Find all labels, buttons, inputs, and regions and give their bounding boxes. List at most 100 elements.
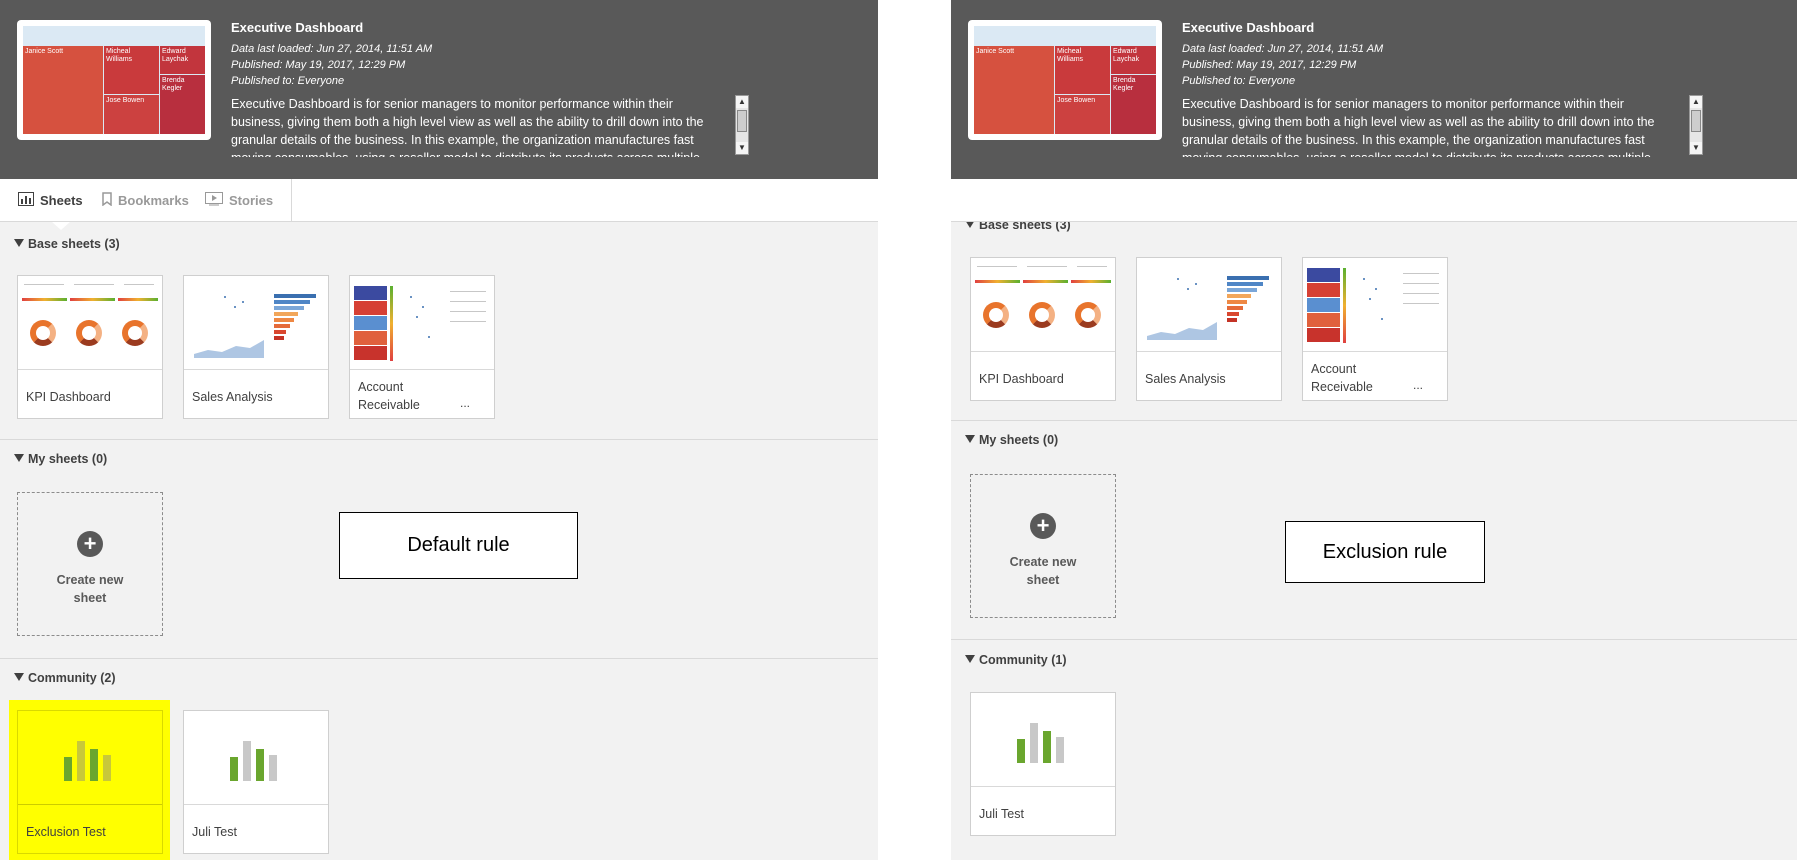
tab-bar: Sheets Bookmarks Stories <box>0 179 878 222</box>
sheet-card-account-receivable[interactable]: Account Receivable ... <box>1302 257 1448 401</box>
sheet-card-sales-analysis[interactable]: Sales Analysis <box>183 275 329 419</box>
sheet-more-ellipsis[interactable]: ... <box>460 396 470 410</box>
description-scrollbar[interactable]: ▲ ▼ <box>1689 95 1703 155</box>
scroll-down-icon[interactable]: ▼ <box>1690 142 1702 154</box>
scroll-up-icon[interactable]: ▲ <box>1690 96 1702 108</box>
treemap-cell: Edward Laychak <box>160 46 205 74</box>
treemap-cell: Micheal Williams <box>104 46 159 94</box>
panel-gap <box>878 0 951 860</box>
sheet-title: KPI Dashboard <box>979 372 1064 386</box>
treemap-preview: Janice Scott Micheal Williams Edward Lay… <box>23 26 205 134</box>
bar-chart-thumbnail <box>1017 723 1077 763</box>
tab-separator <box>291 179 292 221</box>
section-base-sheets-label: Base sheets (3) <box>28 237 120 251</box>
sheet-preview <box>1303 258 1447 352</box>
sheet-preview <box>184 276 328 370</box>
sheet-more-ellipsis[interactable]: ... <box>1413 378 1423 392</box>
triangle-down-icon <box>965 435 975 443</box>
scroll-down-icon[interactable]: ▼ <box>736 142 748 154</box>
sheet-title: Sales Analysis <box>192 390 273 404</box>
sheet-title: Juli Test <box>979 807 1024 821</box>
panel-exclusion-rule: Janice Scott Micheal Williams Edward Lay… <box>951 0 1797 860</box>
sheet-card-juli-test[interactable]: Juli Test <box>970 692 1116 836</box>
create-new-sheet-button[interactable]: + Create new sheet <box>970 474 1116 618</box>
plus-circle-icon: + <box>77 531 103 557</box>
app-thumbnail[interactable]: Janice Scott Micheal Williams Edward Lay… <box>17 20 211 140</box>
sheet-title: Sales Analysis <box>1145 372 1226 386</box>
section-divider <box>951 639 1797 640</box>
treemap-cell: Edward Laychak <box>1111 46 1156 74</box>
treemap-cell: Janice Scott <box>974 46 1054 134</box>
app-header: Janice Scott Micheal Williams Edward Lay… <box>0 0 878 179</box>
app-description: Executive Dashboard is for senior manage… <box>1182 97 1655 157</box>
treemap-cell: Janice Scott <box>23 46 103 134</box>
app-thumbnail[interactable]: Janice Scott Micheal Williams Edward Lay… <box>968 20 1162 140</box>
donut-chart <box>30 320 56 346</box>
scroll-thumb[interactable] <box>1691 110 1701 132</box>
sheet-preview <box>184 711 328 805</box>
treemap-preview: Janice Scott Micheal Williams Edward Lay… <box>974 26 1156 134</box>
app-title: Executive Dashboard <box>1182 20 1315 35</box>
tab-sheets[interactable]: Sheets <box>18 179 83 221</box>
sheet-preview <box>18 711 162 805</box>
data-last-loaded: Data last loaded: Jun 27, 2014, 11:51 AM <box>1182 43 1384 55</box>
sheet-preview <box>1137 258 1281 352</box>
treemap-cell: Jose Bowen <box>1055 95 1110 134</box>
donut-chart <box>983 302 1009 328</box>
section-divider <box>0 658 878 659</box>
triangle-down-icon <box>14 239 24 247</box>
section-divider <box>951 420 1797 421</box>
published-date: Published: May 19, 2017, 12:29 PM <box>1182 59 1357 71</box>
bar-chart-icon <box>18 191 34 209</box>
create-new-sheet-label: Create new sheet <box>1009 555 1077 587</box>
section-community[interactable]: Community (1) <box>965 653 1067 667</box>
tab-bookmarks-label: Bookmarks <box>118 192 189 208</box>
sheet-title: Account Receivable <box>358 380 420 412</box>
section-community-label: Community (2) <box>28 671 116 685</box>
sheet-card-juli-test[interactable]: Juli Test <box>183 710 329 854</box>
treemap-cell: Jose Bowen <box>104 95 159 134</box>
section-base-sheets[interactable]: Base sheets (3) <box>14 237 120 251</box>
donut-chart <box>122 320 148 346</box>
scroll-up-icon[interactable]: ▲ <box>736 96 748 108</box>
sheet-card-kpi-dashboard[interactable]: KPI Dashboard <box>970 257 1116 401</box>
published-to: Published to: Everyone <box>231 75 345 87</box>
rule-label-box: Exclusion rule <box>1285 521 1485 583</box>
app-description: Executive Dashboard is for senior manage… <box>231 97 704 157</box>
donut-chart <box>1075 302 1101 328</box>
section-divider <box>0 439 878 440</box>
tab-bar-overlay <box>951 179 1797 222</box>
section-my-sheets-label: My sheets (0) <box>28 452 108 466</box>
sheet-card-account-receivable[interactable]: Account Receivable ... <box>349 275 495 419</box>
section-community[interactable]: Community (2) <box>14 671 116 685</box>
treemap-cell: Micheal Williams <box>1055 46 1110 94</box>
section-my-sheets[interactable]: My sheets (0) <box>965 433 1058 447</box>
triangle-down-icon <box>965 655 975 663</box>
sheet-title: Juli Test <box>192 825 237 839</box>
description-scrollbar[interactable]: ▲ ▼ <box>735 95 749 155</box>
data-last-loaded: Data last loaded: Jun 27, 2014, 11:51 AM <box>231 43 433 55</box>
sheet-preview <box>971 258 1115 352</box>
bar-chart-thumbnail <box>64 741 124 781</box>
donut-chart <box>76 320 102 346</box>
panel-default-rule: Janice Scott Micheal Williams Edward Lay… <box>0 0 878 860</box>
treemap-cell: Brenda Kegler <box>1111 75 1156 134</box>
tab-stories[interactable]: Stories <box>205 179 273 221</box>
section-community-label: Community (1) <box>979 653 1067 667</box>
story-play-icon <box>205 191 223 209</box>
bar-chart-thumbnail <box>230 741 290 781</box>
app-header: Janice Scott Micheal Williams Edward Lay… <box>951 0 1797 179</box>
sheet-card-kpi-dashboard[interactable]: KPI Dashboard <box>17 275 163 419</box>
published-to: Published to: Everyone <box>1182 75 1296 87</box>
sheet-card-exclusion-test[interactable]: Exclusion Test <box>17 710 163 854</box>
donut-chart <box>1029 302 1055 328</box>
tab-bookmarks[interactable]: Bookmarks <box>102 179 189 221</box>
create-new-sheet-button[interactable]: + Create new sheet <box>17 492 163 636</box>
scroll-thumb[interactable] <box>737 110 747 132</box>
triangle-down-icon <box>14 454 24 462</box>
section-my-sheets[interactable]: My sheets (0) <box>14 452 107 466</box>
sheet-title: Account Receivable <box>1311 362 1373 394</box>
rule-label-box: Default rule <box>339 512 578 579</box>
sheet-card-sales-analysis[interactable]: Sales Analysis <box>1136 257 1282 401</box>
sheet-preview <box>971 693 1115 787</box>
